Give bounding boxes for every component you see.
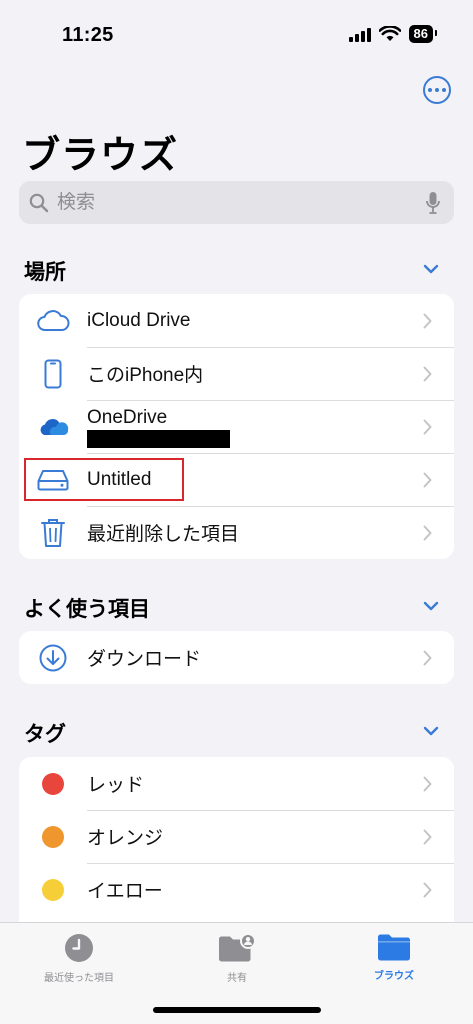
orange-tag-dot	[42, 825, 64, 848]
battery-icon: 86	[408, 25, 438, 43]
tags-list: レッド オレンジ イエロー	[19, 757, 454, 932]
download-icon	[35, 640, 71, 676]
status-time: 11:25	[62, 24, 114, 46]
row-label: イエロー	[87, 881, 163, 902]
tab-label: ブラウズ	[374, 971, 414, 982]
chevron-right-icon	[423, 472, 432, 487]
row-label: レッド	[87, 775, 145, 796]
row-label: このiPhone内	[87, 365, 204, 386]
shared-folder-icon	[219, 933, 256, 962]
favorites-list: ダウンロード	[19, 631, 454, 684]
locations-section-header[interactable]: 場所	[0, 250, 473, 290]
tag-item-yellow[interactable]: イエロー	[19, 863, 454, 916]
chevron-right-icon	[423, 776, 432, 791]
chevron-right-icon	[423, 419, 432, 434]
red-tag-dot	[42, 772, 64, 795]
chevron-down-icon[interactable]	[423, 726, 439, 736]
favorite-item-downloads[interactable]: ダウンロード	[19, 631, 454, 684]
search-icon	[29, 193, 49, 212]
status-icons: 86	[348, 25, 438, 43]
cellular-signal-icon	[348, 26, 371, 42]
favorites-section-header[interactable]: よく使う項目	[0, 587, 473, 627]
more-options-button[interactable]	[423, 76, 451, 104]
chevron-right-icon	[423, 366, 432, 381]
locations-list: iCloud Drive このiPhone内 OneDrive Untitled…	[19, 294, 454, 559]
page-title: ブラウズ	[22, 135, 179, 177]
tab-recents[interactable]: 最近使った項目	[14, 933, 144, 984]
tags-section-header[interactable]: タグ	[0, 712, 473, 752]
chevron-right-icon	[423, 525, 432, 540]
location-item-untitled[interactable]: Untitled	[19, 453, 454, 506]
row-label: ダウンロード	[87, 649, 202, 670]
location-item-icloud-drive[interactable]: iCloud Drive	[19, 294, 454, 347]
location-item-on-my-iphone[interactable]: このiPhone内	[19, 347, 454, 400]
row-label: iCloud Drive	[87, 309, 191, 331]
wifi-icon	[378, 26, 401, 41]
chevron-down-icon[interactable]	[423, 601, 439, 611]
search-bar[interactable]	[19, 181, 454, 224]
row-label: OneDrive	[87, 407, 168, 428]
chevron-right-icon	[423, 882, 432, 897]
external-drive-icon	[35, 462, 71, 498]
chevron-right-icon	[423, 650, 432, 665]
chevron-right-icon	[423, 829, 432, 844]
chevron-down-icon[interactable]	[423, 264, 439, 274]
clock-icon	[65, 934, 93, 962]
row-label: Untitled	[87, 468, 152, 490]
location-item-recently-deleted[interactable]: 最近削除した項目	[19, 506, 454, 559]
home-indicator	[153, 1007, 321, 1013]
tab-shared[interactable]: 共有	[172, 933, 302, 984]
search-input[interactable]	[57, 191, 387, 214]
section-title: 場所	[24, 261, 66, 284]
tab-label: 最近使った項目	[44, 973, 114, 984]
status-bar: 11:25 86	[0, 0, 473, 70]
section-title: よく使う項目	[24, 598, 150, 621]
section-title: タグ	[24, 723, 66, 746]
redacted-account-bar	[87, 430, 230, 448]
chevron-right-icon	[423, 313, 432, 328]
iphone-icon	[35, 356, 71, 392]
tag-item-orange[interactable]: オレンジ	[19, 810, 454, 863]
tag-item-red[interactable]: レッド	[19, 757, 454, 810]
row-label: 最近削除した項目	[87, 524, 240, 545]
folder-icon	[378, 934, 410, 961]
trash-icon	[35, 515, 71, 551]
tab-browse[interactable]: ブラウズ	[329, 933, 459, 982]
icloud-icon	[35, 303, 71, 339]
tab-label: 共有	[227, 973, 247, 984]
yellow-tag-dot	[42, 878, 64, 901]
onedrive-icon	[35, 409, 71, 445]
microphone-icon[interactable]	[426, 191, 440, 215]
location-item-onedrive[interactable]: OneDrive	[19, 400, 454, 453]
row-label: オレンジ	[87, 828, 164, 849]
